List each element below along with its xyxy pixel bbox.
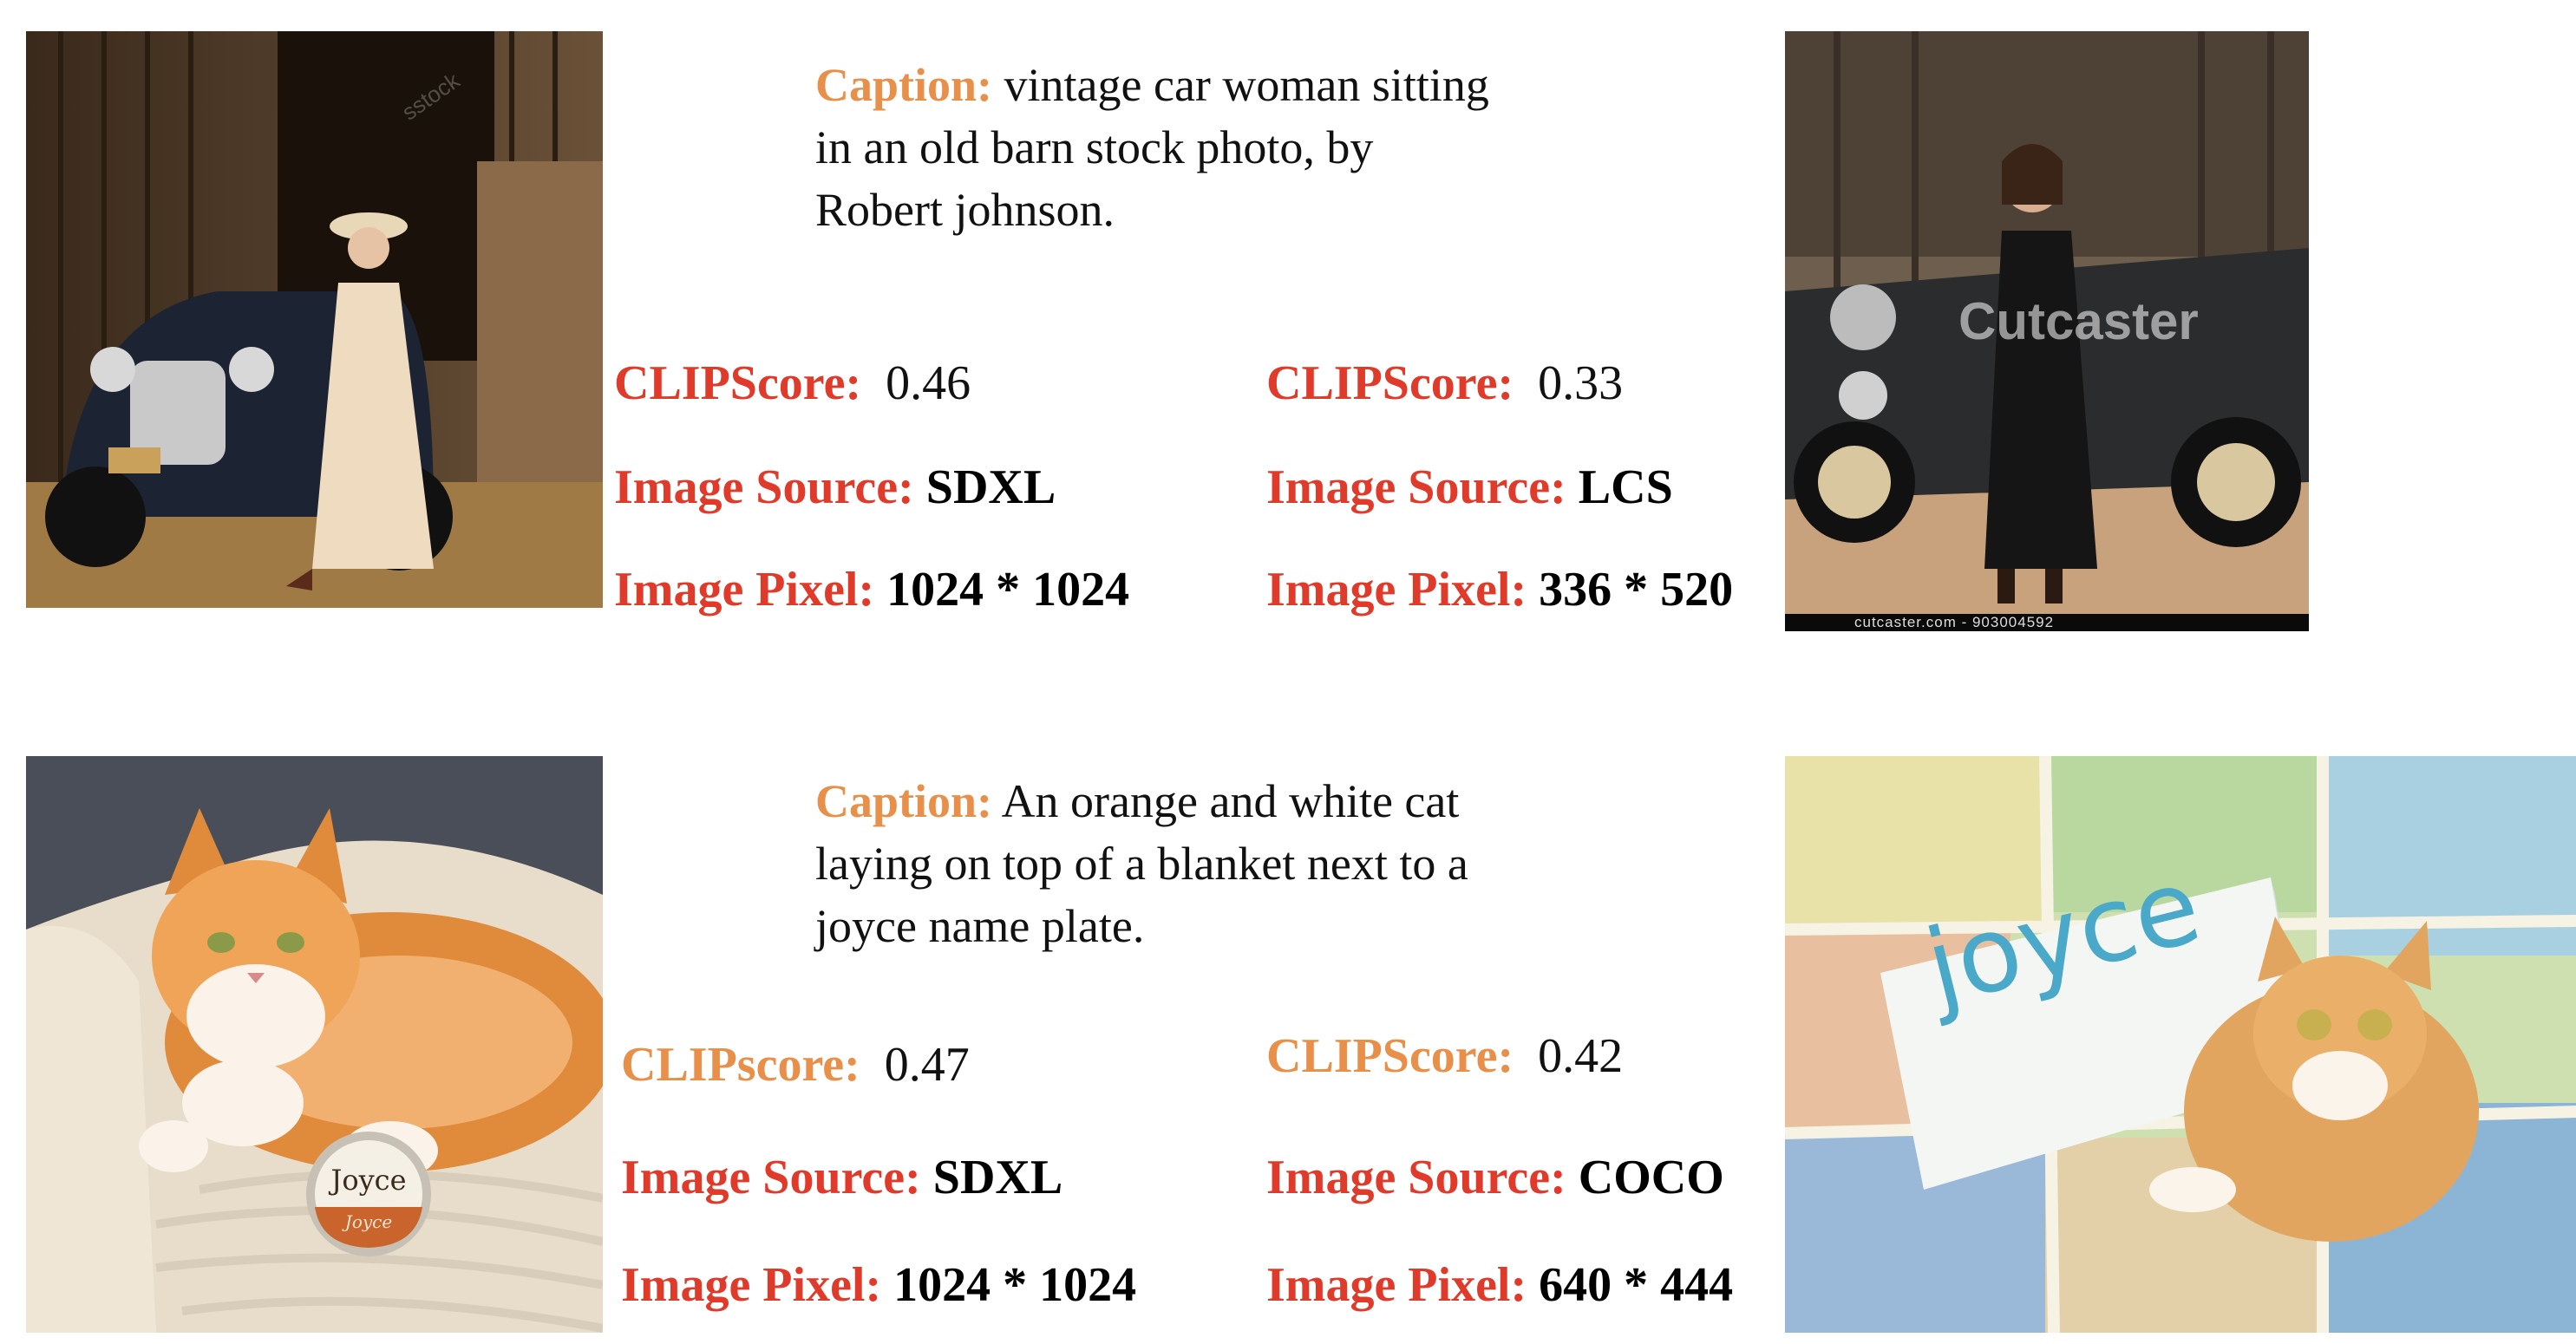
image-source-value: SDXL: [932, 1151, 1063, 1204]
image-source-label: Image Source:: [621, 1151, 921, 1204]
image-source-line: Image Source: SDXL: [614, 460, 1056, 515]
image-source-value: LCS: [1578, 460, 1673, 514]
clipscore-label: CLIPScore:: [1266, 356, 1514, 410]
sdxl-car-woman-photo: sstock: [26, 31, 603, 608]
sdxl-cat-photo: Joyce Joyce: [26, 756, 603, 1333]
cutcaster-footer-text: cutcaster.com - 903004592: [1854, 614, 2055, 630]
clipscore-value: 0.46: [886, 356, 971, 410]
image-pixel-value: 336 * 520: [1539, 563, 1734, 617]
image-source-value: COCO: [1578, 1151, 1724, 1204]
plate-bottom-text: Joyce: [344, 1211, 393, 1232]
clipscore-value: 0.33: [1538, 356, 1624, 410]
clipscore-value: 0.47: [884, 1038, 970, 1092]
caption-line-3: joyce name plate.: [815, 900, 1145, 952]
image-source-line: Image Source: SDXL: [621, 1150, 1062, 1205]
image-source-line: Image Source: LCS: [1266, 460, 1673, 515]
caption-line-3: Robert johnson.: [815, 184, 1115, 236]
coco-cat-photo: joyce: [1785, 756, 2576, 1333]
caption-line-1: An orange and white cat: [1001, 775, 1460, 827]
image-source-label: Image Source:: [614, 460, 914, 514]
clipscore-line: CLIPScore: 0.33: [1266, 356, 1623, 411]
cutcaster-watermark: Cutcaster: [1958, 292, 2199, 350]
image-source-line: Image Source: COCO: [1266, 1150, 1724, 1205]
lcs-car-woman-photo: Cutcaster cutcaster.com - 903004592: [1785, 31, 2309, 631]
image-pixel-value: 640 * 444: [1539, 1258, 1734, 1312]
clipscore-line: CLIPscore: 0.47: [621, 1037, 970, 1093]
image-pixel-label: Image Pixel:: [614, 563, 875, 617]
caption-row-1: Caption: vintage car woman sitting in an…: [815, 54, 1596, 241]
caption-row-2: Caption: An orange and white cat laying …: [815, 770, 1596, 957]
clipscore-label: CLIPScore:: [614, 356, 862, 410]
image-source-label: Image Source:: [1266, 460, 1566, 514]
caption-label: Caption:: [815, 59, 993, 111]
clipscore-label: CLIPScore:: [1266, 1029, 1514, 1083]
caption-label: Caption:: [815, 775, 993, 827]
caption-line-2: laying on top of a blanket next to a: [815, 838, 1468, 890]
clipscore-value: 0.42: [1538, 1029, 1624, 1083]
image-pixel-value: 1024 * 1024: [886, 563, 1130, 617]
image-pixel-line: Image Pixel: 640 * 444: [1266, 1257, 1733, 1313]
image-pixel-label: Image Pixel:: [621, 1258, 882, 1312]
image-pixel-label: Image Pixel:: [1266, 563, 1527, 617]
image-pixel-label: Image Pixel:: [1266, 1258, 1527, 1312]
image-source-value: SDXL: [925, 460, 1056, 514]
image-pixel-line: Image Pixel: 1024 * 1024: [614, 562, 1129, 617]
clipscore-line: CLIPScore: 0.42: [1266, 1028, 1623, 1084]
image-pixel-line: Image Pixel: 336 * 520: [1266, 562, 1733, 617]
plate-top-text: Joyce: [330, 1164, 407, 1197]
clipscore-label: CLIPscore:: [621, 1038, 860, 1092]
image-source-label: Image Source:: [1266, 1151, 1566, 1204]
caption-line-2: in an old barn stock photo, by: [815, 121, 1374, 173]
image-pixel-value: 1024 * 1024: [893, 1258, 1137, 1312]
clipscore-line: CLIPScore: 0.46: [614, 356, 971, 411]
caption-line-1: vintage car woman sitting: [1004, 59, 1489, 111]
image-pixel-line: Image Pixel: 1024 * 1024: [621, 1257, 1136, 1313]
